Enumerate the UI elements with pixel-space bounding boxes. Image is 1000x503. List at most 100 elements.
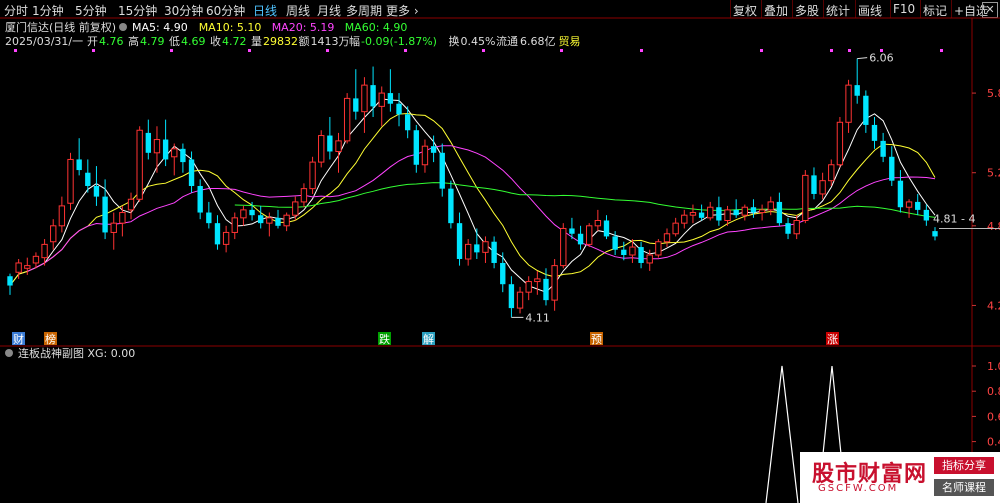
candle-body-down [871,124,878,141]
quote-value-4: 29832 [263,35,298,48]
candle-body-up [283,214,290,227]
candle-body-down [776,201,783,224]
candle-body-down [430,146,437,153]
event-marker-3[interactable]: 解 [423,332,434,346]
candle-body-down [612,236,618,250]
candle-body-down [474,244,480,253]
event-marker-5[interactable]: 涨 [827,333,838,346]
settings-dot-icon[interactable] [119,23,127,31]
low-price-label: 4.11 [525,311,550,324]
candle-body-down [448,188,454,224]
candle-body-up [845,84,852,123]
candle-body-up [672,222,679,235]
candle-body-down [370,85,376,107]
candle-body-down [396,103,402,115]
stock-name: 厦门信达(日线 前复权) [5,20,116,34]
signal-dot [92,49,95,52]
candle-body-up [646,254,653,264]
candle-body-up [300,188,308,203]
candle-body-up [689,212,697,216]
quote-label-5: 额 [299,35,310,48]
indicator-settings-icon[interactable] [5,349,13,357]
signal-dot [830,49,833,52]
candle-body-up [594,219,602,227]
quote-label-7: 换 [449,34,460,48]
candle-body-up [525,281,532,293]
quote-label-8: 流通 [496,34,518,48]
candle-body-up [560,227,567,267]
candle-body-down [162,139,169,160]
candle-body-down [923,209,930,221]
candle-body-up [802,174,809,221]
candle-body-down [603,220,610,237]
candle-body-up [335,140,342,152]
candle-body-up [361,84,368,113]
candle-body-up [41,243,48,259]
candle-body-down [543,278,549,301]
candle-body-down [275,217,281,226]
quote-date: 2025/03/31/一 [5,35,83,48]
event-marker-2[interactable]: 跌 [379,332,390,346]
candle-body-up [681,214,688,224]
candle-body-up [724,209,731,221]
candle-body-down [716,207,722,221]
signal-dot [940,49,943,52]
event-marker-0[interactable]: 财 [13,332,24,346]
candle-body-down [569,228,575,234]
candle-body-up [551,265,558,301]
candle-body-down [102,196,108,233]
candle-body-down [180,148,186,163]
candle-body-down [439,152,445,189]
candle-body-up [222,231,230,245]
indicator-title: 连板战神副图 XG: 0.00 [18,346,135,360]
ma-legend-2: MA10: 5.10 [199,21,262,34]
price-tick-label: 5.2 [987,167,1000,180]
candle-body-down [863,95,869,125]
event-marker-1[interactable]: 榜 [45,332,56,346]
candle-body-down [188,159,195,186]
candle-body-down [638,247,644,263]
candle-body-up [586,225,593,245]
candle-body-up [421,145,429,166]
candle-body-down [404,114,411,131]
signal-dot [170,49,173,52]
quote-value-5: 1413万 [311,35,350,48]
signal-dot [848,49,851,52]
event-marker-4[interactable]: 预 [591,333,602,346]
candle-body-up [793,219,800,235]
candle-body-down [76,159,82,171]
candle-body-up [153,139,161,154]
candle-body-up [110,222,117,233]
signal-dot [640,49,643,52]
candle-body-down [353,98,359,112]
candle-body-down [932,231,938,237]
quote-label-0: 开 [87,35,98,48]
last-price-label: 4.81 - 4 [933,212,975,225]
quote-label-2: 低 [169,35,180,48]
signal-dot [404,49,407,52]
candle-body-down [491,241,497,263]
signal-dot [14,49,17,52]
candle-body-up [119,212,126,224]
candle-body-down [785,223,791,234]
candle-body-down [214,223,221,245]
candle-body-down [93,185,100,197]
signal-dot [326,49,329,52]
candle-body-up [266,217,273,224]
candle-body-up [292,201,299,216]
candle-body-down [915,201,921,210]
candle-body-down [85,172,91,186]
candle-body-down [500,262,506,285]
candle-body-up [58,205,66,227]
quote-value-2: 4.69 [181,35,206,48]
quote-label-1: 高 [128,34,139,48]
quote-label-4: 量 [251,35,262,48]
candle-body-up [32,255,40,264]
candle-body-up [343,97,351,142]
candle-body-down [750,207,757,213]
price-tick-label: 4.8 [987,220,1000,233]
indicator-tick-label: 0.6 [987,410,1000,423]
candle-body-down [145,132,151,153]
candle-body-down [258,215,264,224]
candle-body-up [534,278,541,283]
